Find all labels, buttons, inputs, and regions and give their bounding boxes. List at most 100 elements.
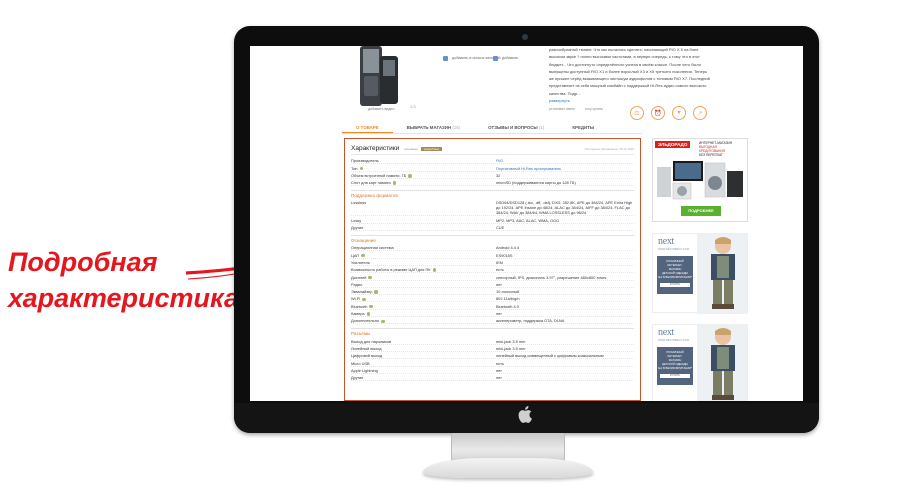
help-icon[interactable] bbox=[374, 290, 378, 294]
specs-tab-basic[interactable]: основные bbox=[404, 147, 418, 151]
spec-key: Усилитель bbox=[351, 259, 370, 265]
spec-key: Выход для наушников bbox=[351, 338, 392, 344]
help-icon[interactable] bbox=[392, 181, 397, 185]
spec-key: Цифровой выход bbox=[351, 353, 383, 359]
spec-row: ЦАП ES9018S bbox=[351, 251, 634, 259]
spec-row: Выход для наушников mini-jack 3.5 mm bbox=[351, 337, 634, 345]
next-logo: next bbox=[658, 327, 675, 338]
eldorado-more-button[interactable]: ПОДРОБНЕЕ bbox=[681, 206, 721, 216]
share-icon[interactable]: ↗ bbox=[693, 106, 707, 120]
spec-key: Apple Lightning bbox=[351, 367, 378, 373]
spec-key: Слот для карт памяти bbox=[351, 180, 496, 185]
heart-list-icon bbox=[443, 55, 448, 61]
ad-sidebar: ЭЛЬДОРАДО ИНТЕРНЕТ-МАГАЗИН ВЫГОДНАЯ КРЕД… bbox=[652, 138, 748, 401]
help-icon[interactable] bbox=[362, 297, 366, 302]
spec-key: Micro USB bbox=[351, 360, 370, 366]
compare-icon[interactable]: ⚖ bbox=[630, 106, 644, 120]
tab-shops[interactable]: ВЫБРАТЬ МАГАЗИН (16) bbox=[393, 122, 475, 133]
spec-row: Эквалайзер 10-полосный bbox=[351, 288, 634, 296]
plus-icon bbox=[493, 55, 498, 61]
spec-value: mini-jack 3.5 mm bbox=[496, 338, 526, 344]
spec-row: Камера нет bbox=[351, 310, 634, 318]
spec-row: Apple Lightning нет bbox=[351, 367, 634, 374]
spec-row: Lossy MP2, MP3, AAC, ALAC, WMA, OGG bbox=[351, 216, 634, 224]
help-icon[interactable] bbox=[361, 253, 365, 258]
favorite-icon[interactable]: ♥ bbox=[672, 106, 686, 120]
next-logo: next bbox=[658, 236, 675, 247]
help-icon[interactable] bbox=[432, 268, 437, 272]
spec-key: Дисплей bbox=[351, 275, 496, 280]
spec-value: акселерометр, поддержка OTA, DLNA bbox=[496, 318, 565, 324]
tab-credits[interactable]: КРЕДИТЫ bbox=[558, 122, 608, 133]
help-icon[interactable] bbox=[408, 174, 412, 178]
specs-panel: Характеристики основные подробные Послед… bbox=[344, 138, 641, 401]
tab-reviews[interactable]: ОТЗЫВЫ И ВОПРОСЫ (1) bbox=[474, 122, 558, 133]
apple-logo-icon bbox=[518, 406, 532, 423]
product-description: разнообразный тюнинг. Что мы пытались сд… bbox=[549, 46, 713, 114]
eldorado-logo: ЭЛЬДОРАДО bbox=[655, 141, 691, 148]
stage: Подробная характеристика добавить видео … bbox=[0, 0, 900, 500]
spec-value: нет bbox=[496, 311, 502, 317]
specs-header: Характеристики основные подробные Послед… bbox=[351, 143, 634, 155]
spec-section-header: Оснащение bbox=[351, 235, 634, 244]
alert-icon[interactable]: ⏰ bbox=[651, 106, 665, 120]
next-promo: РОЗНИЧНЫЙ ИНТЕРНЕТ- МАГАЗИН ДЕТСКОЙ ОДЕЖ… bbox=[657, 347, 693, 385]
spec-value: Android 4.4.4 bbox=[496, 245, 520, 251]
spec-row: Другие CUE bbox=[351, 224, 634, 232]
spec-value: ES9018S bbox=[496, 252, 513, 258]
spec-value: mini-jack 3.5 mm bbox=[496, 345, 526, 351]
help-icon[interactable] bbox=[381, 319, 385, 324]
help-icon[interactable] bbox=[359, 166, 363, 171]
browser-screen: добавить видео 1:3 добавить в список жел… bbox=[250, 46, 803, 401]
spec-value: IEM bbox=[496, 259, 503, 265]
have-it-link[interactable]: установил имею bbox=[549, 106, 575, 113]
spec-section-header: Поддержка форматов bbox=[351, 190, 634, 199]
next-buy-button[interactable]: КУПИТЬ bbox=[660, 374, 690, 378]
specs-tab-detailed[interactable]: подробные bbox=[420, 146, 443, 151]
expand-link[interactable]: развернуть bbox=[549, 97, 713, 104]
spec-row: Операционная система Android 4.4.4 bbox=[351, 244, 634, 252]
next-buy-button[interactable]: КУПИТЬ bbox=[660, 283, 690, 287]
help-icon[interactable] bbox=[369, 304, 373, 309]
product-actions: добавить в список желаний добавить bbox=[443, 54, 543, 62]
spec-key: Другие bbox=[351, 225, 364, 231]
spec-key: Тип bbox=[351, 166, 496, 171]
spec-row: Wi-Fi 802.11a/b/g/n bbox=[351, 295, 634, 303]
spec-key: Другие bbox=[351, 375, 364, 381]
spec-key: Производитель bbox=[351, 158, 379, 164]
product-image[interactable] bbox=[354, 46, 402, 106]
spec-key: ЦАП bbox=[351, 253, 496, 258]
eldorado-banner[interactable]: ЭЛЬДОРАДО ИНТЕРНЕТ-МАГАЗИН ВЫГОДНАЯ КРЕД… bbox=[652, 138, 748, 222]
product-tabs: О ТОВАРЕ ВЫБРАТЬ МАГАЗИН (16) ОТЗЫВЫ И В… bbox=[342, 122, 642, 134]
spec-value: 32 bbox=[496, 172, 501, 178]
help-icon[interactable] bbox=[368, 275, 372, 280]
next-banner-1[interactable]: next WWW.NEXTDIRECT.COM РОЗНИЧНЫЙ ИНТЕРН… bbox=[652, 233, 748, 314]
spec-row: Усилитель IEM bbox=[351, 259, 634, 266]
spec-row: Возможность работы в режиме ЦАП для ПК ес… bbox=[351, 266, 634, 274]
spec-value: DSD64/DSD128 (.iso, .dff, .dsf), DXD, 35… bbox=[496, 200, 633, 216]
next-banner-2[interactable]: next WWW.NEXTDIRECT.COM РОЗНИЧНЫЙ ИНТЕРН… bbox=[652, 324, 748, 401]
spec-key: Объем встроенной памяти, ГБ bbox=[351, 173, 496, 178]
add-label: добавить bbox=[502, 56, 519, 60]
spec-row: Производитель FiiO bbox=[351, 157, 634, 165]
round-actions: ⚖ ⏰ ♥ ↗ bbox=[630, 106, 707, 120]
spec-value: CUE bbox=[496, 225, 505, 231]
child-model-image bbox=[697, 325, 747, 401]
spec-value: нет bbox=[496, 375, 502, 381]
spec-key: Wi-Fi bbox=[351, 296, 496, 301]
want-it-link[interactable]: хочу купить bbox=[585, 106, 603, 113]
stand-neck bbox=[451, 433, 565, 461]
add-action[interactable]: добавить bbox=[493, 54, 518, 62]
spec-row: Объем встроенной памяти, ГБ 32 bbox=[351, 172, 634, 179]
spec-value[interactable]: Портативный Hi-Res проигрыватель bbox=[496, 166, 634, 171]
spec-row: Слот для карт памяти microSD (поддерживаю… bbox=[351, 179, 634, 187]
spec-row: Цифровой выход линейный выход совмещенный… bbox=[351, 352, 634, 360]
spec-row: Тип Портативный Hi-Res проигрыватель bbox=[351, 164, 634, 172]
add-video-link[interactable]: добавить видео bbox=[368, 107, 395, 111]
child-model-image bbox=[697, 234, 747, 314]
stand-foot bbox=[423, 458, 593, 478]
help-icon[interactable] bbox=[366, 312, 371, 316]
spec-value[interactable]: FiiO bbox=[496, 158, 634, 163]
tab-about[interactable]: О ТОВАРЕ bbox=[342, 122, 393, 133]
spec-key: Операционная система bbox=[351, 245, 394, 251]
